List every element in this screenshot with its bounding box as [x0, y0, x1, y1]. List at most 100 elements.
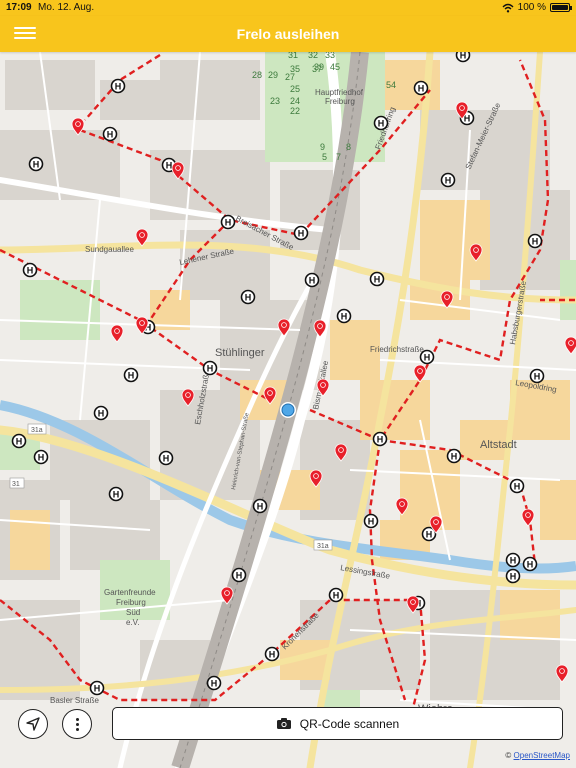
cemetery-field-number: 22	[290, 106, 300, 116]
svg-text:H: H	[534, 371, 541, 381]
bus-stop-icon[interactable]: H	[123, 367, 139, 383]
cemetery-field-number: 24	[290, 96, 300, 106]
bus-stop-icon[interactable]: H	[363, 513, 379, 529]
cemetery-field-number: 54	[386, 80, 396, 90]
app-screen: 17:09 Mo. 12. Aug. 100 % Frelo ausleihen	[0, 0, 576, 768]
bus-stop-icon[interactable]: H	[304, 272, 320, 288]
svg-text:H: H	[94, 683, 101, 693]
bus-stop-icon[interactable]: H	[336, 308, 352, 324]
bus-stop-icon[interactable]: H	[509, 478, 525, 494]
bus-stop-icon[interactable]: H	[11, 433, 27, 449]
svg-text:H: H	[207, 363, 214, 373]
bus-stop-icon[interactable]: H	[108, 486, 124, 502]
label-garden-1: Gartenfreunde	[104, 588, 156, 597]
bus-stop-icon[interactable]: H	[28, 156, 44, 172]
bus-stop-icon[interactable]: H	[455, 52, 471, 63]
bus-stop-icon[interactable]: H	[93, 405, 109, 421]
label-altstadt: Altstadt	[480, 439, 517, 451]
bus-stop-icon[interactable]: H	[369, 271, 385, 287]
location-arrow-icon	[26, 717, 40, 731]
svg-text:H: H	[298, 228, 305, 238]
more-dots-icon	[75, 716, 79, 733]
svg-text:H: H	[245, 292, 252, 302]
bus-stop-icon[interactable]: H	[293, 225, 309, 241]
svg-text:H: H	[211, 678, 218, 688]
svg-text:H: H	[510, 571, 517, 581]
svg-text:H: H	[38, 452, 45, 462]
road-badge-label: 31	[12, 481, 20, 488]
bus-stop-icon[interactable]: H	[419, 349, 435, 365]
cemetery-field-number: 33	[325, 52, 335, 60]
bus-stop-icon[interactable]: H	[240, 289, 256, 305]
bus-stop-icon[interactable]: H	[328, 587, 344, 603]
cemetery-field-number: 32	[308, 52, 318, 60]
svg-text:H: H	[514, 481, 521, 491]
bus-stop-icon[interactable]: H	[22, 262, 38, 278]
openstreetmap-link[interactable]: OpenStreetMap	[514, 751, 570, 760]
bus-stop-icon[interactable]: H	[102, 126, 118, 142]
svg-text:H: H	[527, 559, 534, 569]
svg-text:H: H	[236, 570, 243, 580]
road-badge: 31	[9, 477, 25, 489]
bus-stop-icon[interactable]: H	[372, 431, 388, 447]
bus-stop-icon[interactable]: H	[158, 450, 174, 466]
street-friedrich: Friedrichstraße	[370, 345, 424, 354]
bus-stop-icon[interactable]: H	[505, 568, 521, 584]
label-stuehlinger: Stühlinger	[215, 347, 265, 359]
bus-stop-icon[interactable]: H	[527, 233, 543, 249]
street-sundgauallee: Sundgauallee	[85, 245, 134, 254]
cemetery-field-number: 8	[346, 142, 351, 152]
bus-stop-icon[interactable]: H	[231, 567, 247, 583]
qr-scan-button[interactable]: QR-Code scannen	[112, 707, 563, 740]
svg-text:H: H	[418, 83, 425, 93]
user-location-marker	[280, 402, 296, 418]
more-options-button[interactable]	[62, 709, 92, 739]
bus-stop-icon[interactable]: H	[220, 214, 236, 230]
status-date: Mo. 12. Aug.	[38, 2, 95, 13]
bus-stop-icon[interactable]: H	[33, 449, 49, 465]
svg-text:H: H	[341, 311, 348, 321]
locate-button[interactable]	[18, 709, 48, 739]
attribution-prefix: ©	[505, 751, 512, 760]
road-badge-label: 31a	[317, 543, 329, 550]
bus-stop-icon[interactable]: H	[89, 680, 105, 696]
svg-text:H: H	[333, 590, 340, 600]
bus-stop-icon[interactable]: H	[202, 360, 218, 376]
label-cemetery-1: Hauptfriedhof	[315, 88, 364, 97]
svg-text:H: H	[460, 52, 467, 60]
svg-text:H: H	[33, 159, 40, 169]
map-view[interactable]: Stühlinger Altstadt Wiehre Hauptfriedhof…	[0, 52, 576, 768]
cemetery-field-number: 25	[290, 84, 300, 94]
svg-text:H: H	[368, 516, 375, 526]
bus-stop-icon[interactable]: H	[522, 556, 538, 572]
wifi-icon	[502, 3, 514, 12]
svg-text:H: H	[378, 118, 385, 128]
status-time: 17:09	[6, 2, 32, 13]
bus-stop-icon[interactable]: H	[529, 368, 545, 384]
svg-text:H: H	[163, 453, 170, 463]
bus-stop-icon[interactable]: H	[206, 675, 222, 691]
bus-stop-icon[interactable]: H	[110, 78, 126, 94]
svg-text:H: H	[113, 489, 120, 499]
cemetery-field-number: 29	[268, 70, 278, 80]
nav-bar: Frelo ausleihen	[0, 16, 576, 52]
bus-stop-icon[interactable]: H	[264, 646, 280, 662]
bus-stop-icon[interactable]: H	[440, 172, 456, 188]
bus-stop-icon[interactable]: H	[373, 115, 389, 131]
map-canvas[interactable]: Stühlinger Altstadt Wiehre Hauptfriedhof…	[0, 52, 576, 768]
svg-text:H: H	[532, 236, 539, 246]
road-badge: 31a	[313, 539, 333, 551]
cemetery-field-number: 9	[320, 142, 325, 152]
svg-text:H: H	[510, 555, 517, 565]
road-badge: 31a	[27, 423, 47, 435]
bus-stop-icon[interactable]: H	[413, 80, 429, 96]
label-garden-2: Freiburg	[116, 598, 146, 607]
bus-stop-icon[interactable]: H	[505, 552, 521, 568]
bus-stop-icon[interactable]: H	[252, 498, 268, 514]
svg-text:H: H	[16, 436, 23, 446]
bus-stop-icon[interactable]: H	[446, 448, 462, 464]
svg-text:H: H	[115, 81, 122, 91]
svg-text:H: H	[257, 501, 264, 511]
cemetery-field-number: 7	[336, 152, 341, 162]
cemetery-field-number: 27	[285, 72, 295, 82]
